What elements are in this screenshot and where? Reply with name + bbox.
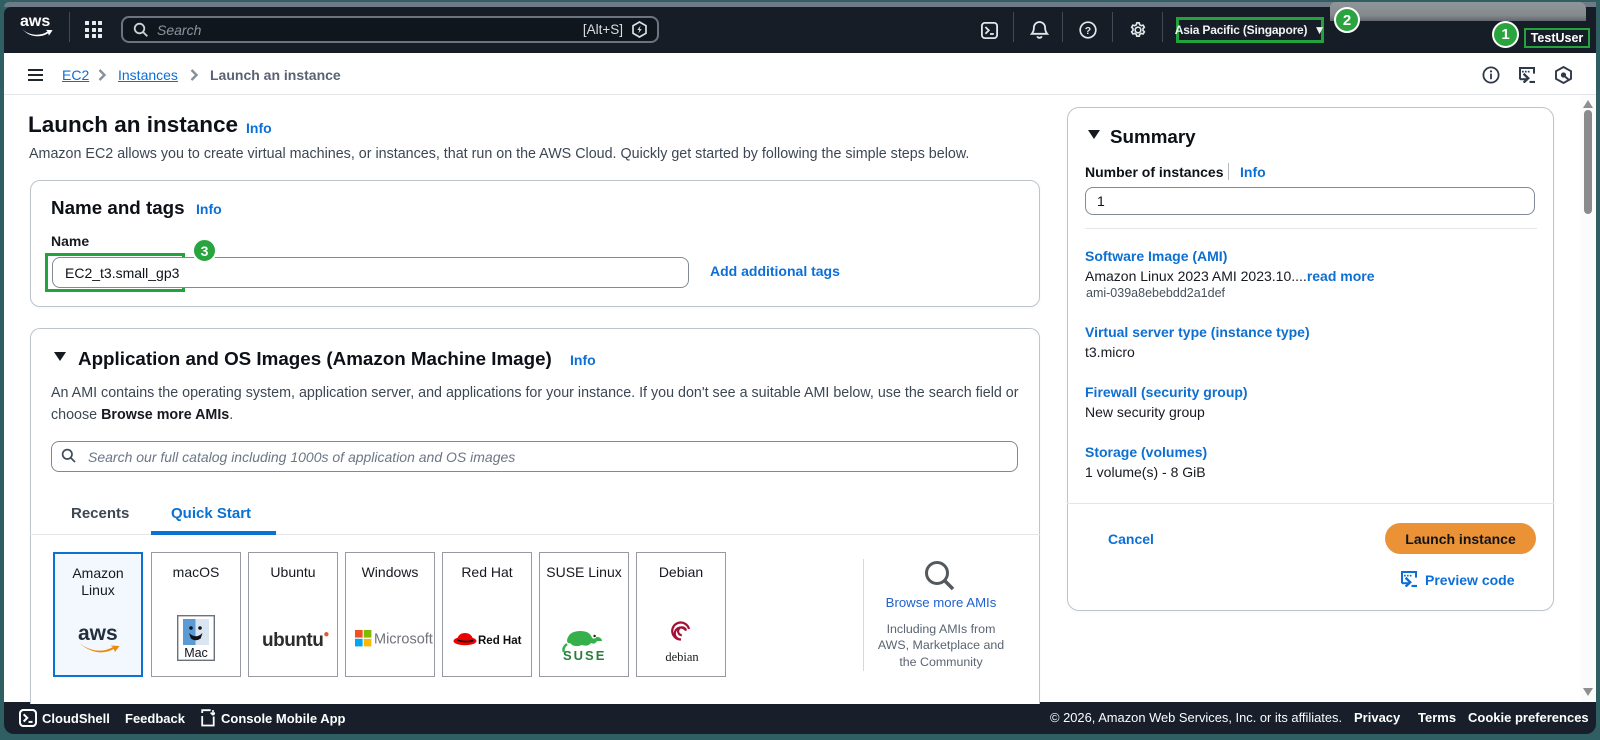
svg-text:SUSE: SUSE [563,648,606,662]
svg-text:?: ? [1085,25,1091,37]
svg-text:debian: debian [665,650,699,664]
svg-text:Red Hat: Red Hat [478,635,522,647]
svg-text:aws: aws [78,622,118,645]
svg-text:Microsoft: Microsoft [374,632,433,648]
svg-text:aws: aws [20,13,50,30]
svg-text:Mac: Mac [184,646,208,660]
